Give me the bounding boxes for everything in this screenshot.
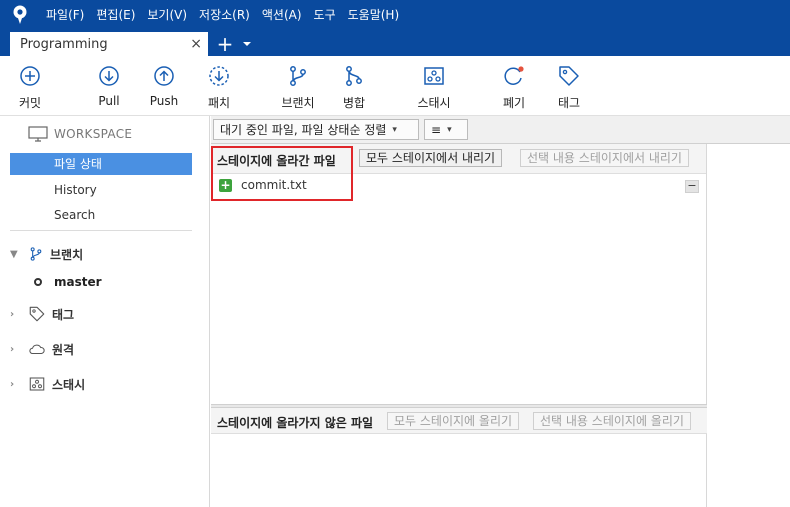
- list-view-icon: ≡: [431, 122, 442, 137]
- menu-bar: 파일(F) 편집(E) 보기(V) 저장소(R) 액션(A) 도구 도움말(H): [0, 0, 790, 30]
- sidebar-group-tags[interactable]: › 태그: [10, 305, 74, 323]
- commit-label: 커밋: [18, 96, 42, 110]
- branches-label: 브랜치: [50, 247, 84, 262]
- main-panel: 대기 중인 파일, 파일 상태순 정렬 ▾ ≡ ▾ 스테이지에 올라간 파일 모…: [211, 116, 790, 507]
- workspace-header: WORKSPACE: [28, 126, 132, 142]
- push-button[interactable]: Push: [134, 64, 194, 108]
- stash-icon: [29, 377, 45, 391]
- collapse-icon[interactable]: −: [685, 180, 699, 193]
- cloud-icon: [29, 344, 45, 355]
- sidebar-item-file-status[interactable]: 파일 상태: [10, 153, 192, 175]
- branch-label: 브랜치: [281, 96, 315, 110]
- branch-item-master[interactable]: master: [34, 275, 102, 289]
- commit-icon: [20, 66, 40, 86]
- merge-label: 병합: [342, 96, 366, 110]
- commit-button[interactable]: 커밋: [0, 64, 60, 111]
- discard-icon: [504, 66, 524, 85]
- tag-button[interactable]: 태그: [539, 64, 599, 111]
- stashes-label: 스태시: [52, 377, 86, 392]
- sidebar-item-history[interactable]: History: [10, 179, 192, 201]
- tag-label: 태그: [557, 96, 581, 110]
- tab-programming[interactable]: Programming ×: [10, 32, 208, 56]
- pull-label: Pull: [98, 94, 120, 108]
- sidebar-item-search[interactable]: Search: [10, 204, 192, 226]
- sidebar-group-stashes[interactable]: › 스태시: [10, 375, 85, 393]
- stash-button[interactable]: 스태시: [404, 64, 464, 111]
- toolbar: 커밋 Pull Push 패치 브랜치 병합 스태시 폐기 태그: [0, 56, 790, 116]
- branch-name: master: [54, 275, 102, 289]
- menu-file[interactable]: 파일(F): [40, 0, 90, 30]
- fetch-icon: [209, 66, 229, 86]
- tab-close-icon[interactable]: ×: [190, 36, 202, 52]
- new-tab-button[interactable]: +: [212, 32, 238, 56]
- sort-dropdown-value: 대기 중인 파일, 파일 상태순 정렬: [220, 123, 387, 137]
- sidebar-divider: [10, 230, 192, 231]
- tag-icon: [559, 66, 579, 86]
- pull-button[interactable]: Pull: [79, 64, 139, 108]
- chevron-right-icon[interactable]: ›: [10, 344, 24, 355]
- pull-icon: [99, 66, 119, 86]
- push-label: Push: [149, 94, 179, 108]
- branch-button[interactable]: 브랜치: [268, 64, 328, 111]
- tab-bar: Programming × +: [0, 30, 790, 56]
- branch-icon: [290, 66, 306, 86]
- remotes-label: 원격: [52, 342, 75, 357]
- unstaged-files-title: 스테이지에 올라가지 않은 파일: [217, 416, 374, 430]
- chevron-down-icon: ▾: [392, 124, 397, 135]
- chevron-down-icon[interactable]: ▼: [10, 249, 24, 260]
- menu-help[interactable]: 도움말(H): [342, 0, 406, 30]
- tag-icon: [29, 306, 45, 322]
- app-logo-icon: [0, 0, 40, 30]
- menu-edit[interactable]: 편집(E): [90, 0, 141, 30]
- unstaged-files-header: 스테이지에 올라가지 않은 파일 모두 스테이지에 올리기 선택 내용 스테이지…: [211, 408, 707, 434]
- sidebar: WORKSPACE 파일 상태 History Search ▼ 브랜치 mas…: [0, 116, 210, 507]
- branch-icon: [30, 247, 42, 261]
- chevron-right-icon[interactable]: ›: [10, 379, 24, 390]
- staged-file-name: commit.txt: [241, 178, 307, 192]
- push-icon: [154, 66, 174, 86]
- staged-files-header: 스테이지에 올라간 파일 모두 스테이지에서 내리기 선택 내용 스테이지에서 …: [211, 144, 707, 174]
- pane-divider[interactable]: [706, 144, 707, 507]
- current-branch-icon: [34, 278, 42, 286]
- unstage-selected-button[interactable]: 선택 내용 스테이지에서 내리기: [520, 149, 689, 167]
- file-added-icon: +: [219, 177, 232, 192]
- chevron-down-icon: ▾: [447, 124, 452, 135]
- workspace-title: WORKSPACE: [54, 127, 133, 141]
- fetch-button[interactable]: 패치: [189, 64, 249, 111]
- staged-files-title: 스테이지에 올라간 파일: [217, 154, 336, 168]
- merge-icon: [346, 66, 362, 86]
- stage-all-button[interactable]: 모두 스테이지에 올리기: [387, 412, 520, 430]
- view-mode-dropdown[interactable]: ≡ ▾: [424, 119, 468, 140]
- fetch-label: 패치: [207, 96, 231, 110]
- tags-label: 태그: [52, 307, 75, 322]
- menu-repository[interactable]: 저장소(R): [193, 0, 256, 30]
- tab-label: Programming: [20, 36, 108, 52]
- menu-tools[interactable]: 도구: [308, 0, 342, 30]
- stash-label: 스태시: [417, 96, 451, 110]
- sidebar-group-branches[interactable]: ▼ 브랜치: [10, 245, 83, 263]
- discard-label: 폐기: [502, 96, 526, 110]
- staged-file-row[interactable]: + commit.txt: [219, 178, 307, 192]
- unstage-all-button[interactable]: 모두 스테이지에서 내리기: [359, 149, 503, 167]
- menu-view[interactable]: 보기(V): [141, 0, 193, 30]
- merge-button[interactable]: 병합: [324, 64, 384, 111]
- stage-selected-button[interactable]: 선택 내용 스테이지에 올리기: [533, 412, 691, 430]
- stash-icon: [424, 67, 444, 85]
- sort-dropdown[interactable]: 대기 중인 파일, 파일 상태순 정렬 ▾: [213, 119, 419, 140]
- sidebar-group-remotes[interactable]: › 원격: [10, 340, 74, 358]
- chevron-right-icon[interactable]: ›: [10, 309, 24, 320]
- filter-bar: 대기 중인 파일, 파일 상태순 정렬 ▾ ≡ ▾: [211, 116, 790, 144]
- monitor-icon: [28, 126, 48, 142]
- discard-button[interactable]: 폐기: [484, 64, 544, 111]
- menu-actions[interactable]: 액션(A): [256, 0, 308, 30]
- tab-list-chevron-icon[interactable]: [238, 32, 256, 56]
